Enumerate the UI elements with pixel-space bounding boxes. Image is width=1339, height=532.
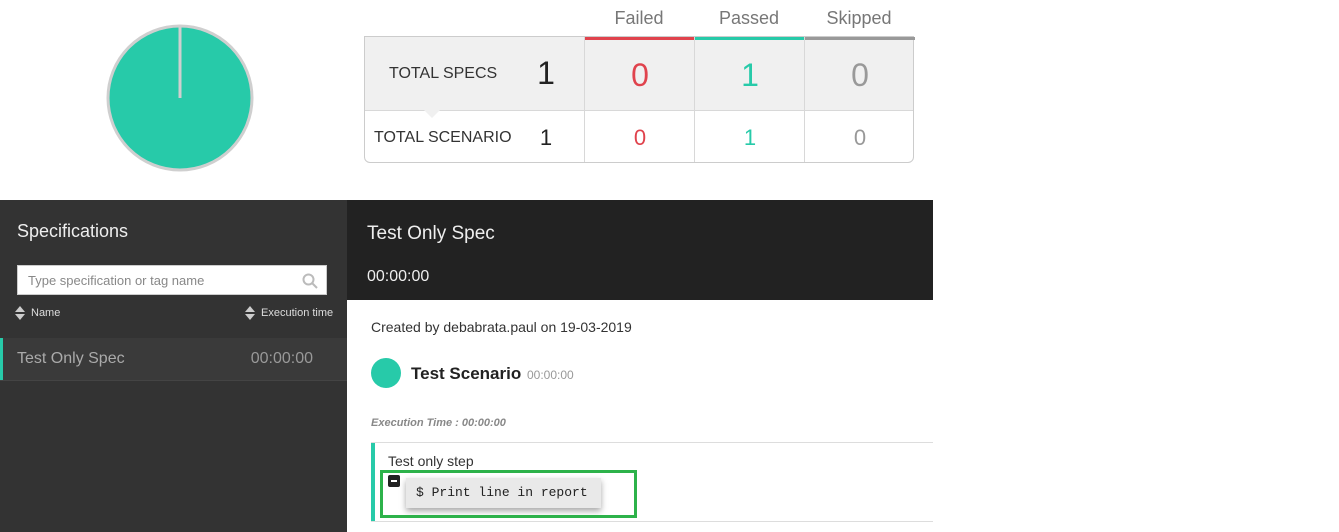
step-name: Test only step <box>388 453 474 469</box>
spec-time: 00:00:00 <box>250 350 313 367</box>
scenario-status-icon <box>371 358 401 388</box>
spec-passed-indicator <box>0 338 3 380</box>
step-passed-indicator <box>371 443 375 521</box>
sort-icon <box>15 306 25 320</box>
summary-table: TOTAL SPECS 1 0 1 0 TOTAL SCENARIO 1 0 1… <box>364 36 915 163</box>
failed-column-header: Failed <box>614 8 664 28</box>
spec-title: Test Only Spec <box>367 223 495 244</box>
highlight-box <box>380 470 637 518</box>
sort-time-label: Execution time <box>261 307 334 319</box>
specs-failed-count: 0 <box>631 57 649 93</box>
spec-list-item[interactable]: Test Only Spec 00:00:00 <box>0 338 347 381</box>
spec-header <box>347 200 933 300</box>
status-pie-chart <box>106 24 254 172</box>
total-specs-label: TOTAL SPECS <box>389 65 498 82</box>
scenario-failed-count: 0 <box>633 125 647 150</box>
scenario-skipped-count: 0 <box>853 125 867 150</box>
passed-column-header: Passed <box>718 8 780 28</box>
skipped-bar <box>805 37 915 40</box>
row-pointer <box>423 109 441 118</box>
sort-name-label: Name <box>31 307 61 319</box>
passed-bar <box>695 37 805 40</box>
sort-icon <box>245 306 255 320</box>
spec-execution-time: 00:00:00 <box>367 268 430 285</box>
execution-time-label: Execution Time : 00:00:00 <box>371 417 506 429</box>
search-box <box>17 265 327 295</box>
sort-by-name[interactable]: Name <box>15 306 60 320</box>
scenario-name[interactable]: Test Scenario <box>411 364 521 384</box>
scenario-time: 00:00:00 <box>527 368 574 382</box>
specs-skipped-count: 0 <box>851 57 869 93</box>
failed-bar <box>585 37 695 40</box>
sort-by-execution-time[interactable]: Execution time <box>245 306 333 320</box>
sidebar-title: Specifications <box>17 221 129 241</box>
spec-name: Test Only Spec <box>17 350 125 367</box>
search-icon[interactable] <box>302 273 318 289</box>
specs-passed-count: 1 <box>741 57 759 93</box>
skipped-column-header: Skipped <box>826 8 892 28</box>
search-input[interactable] <box>18 266 308 294</box>
scenario-passed-count: 1 <box>743 125 757 150</box>
created-by-text: Created by debabrata.paul on 19-03-2019 <box>371 319 632 335</box>
